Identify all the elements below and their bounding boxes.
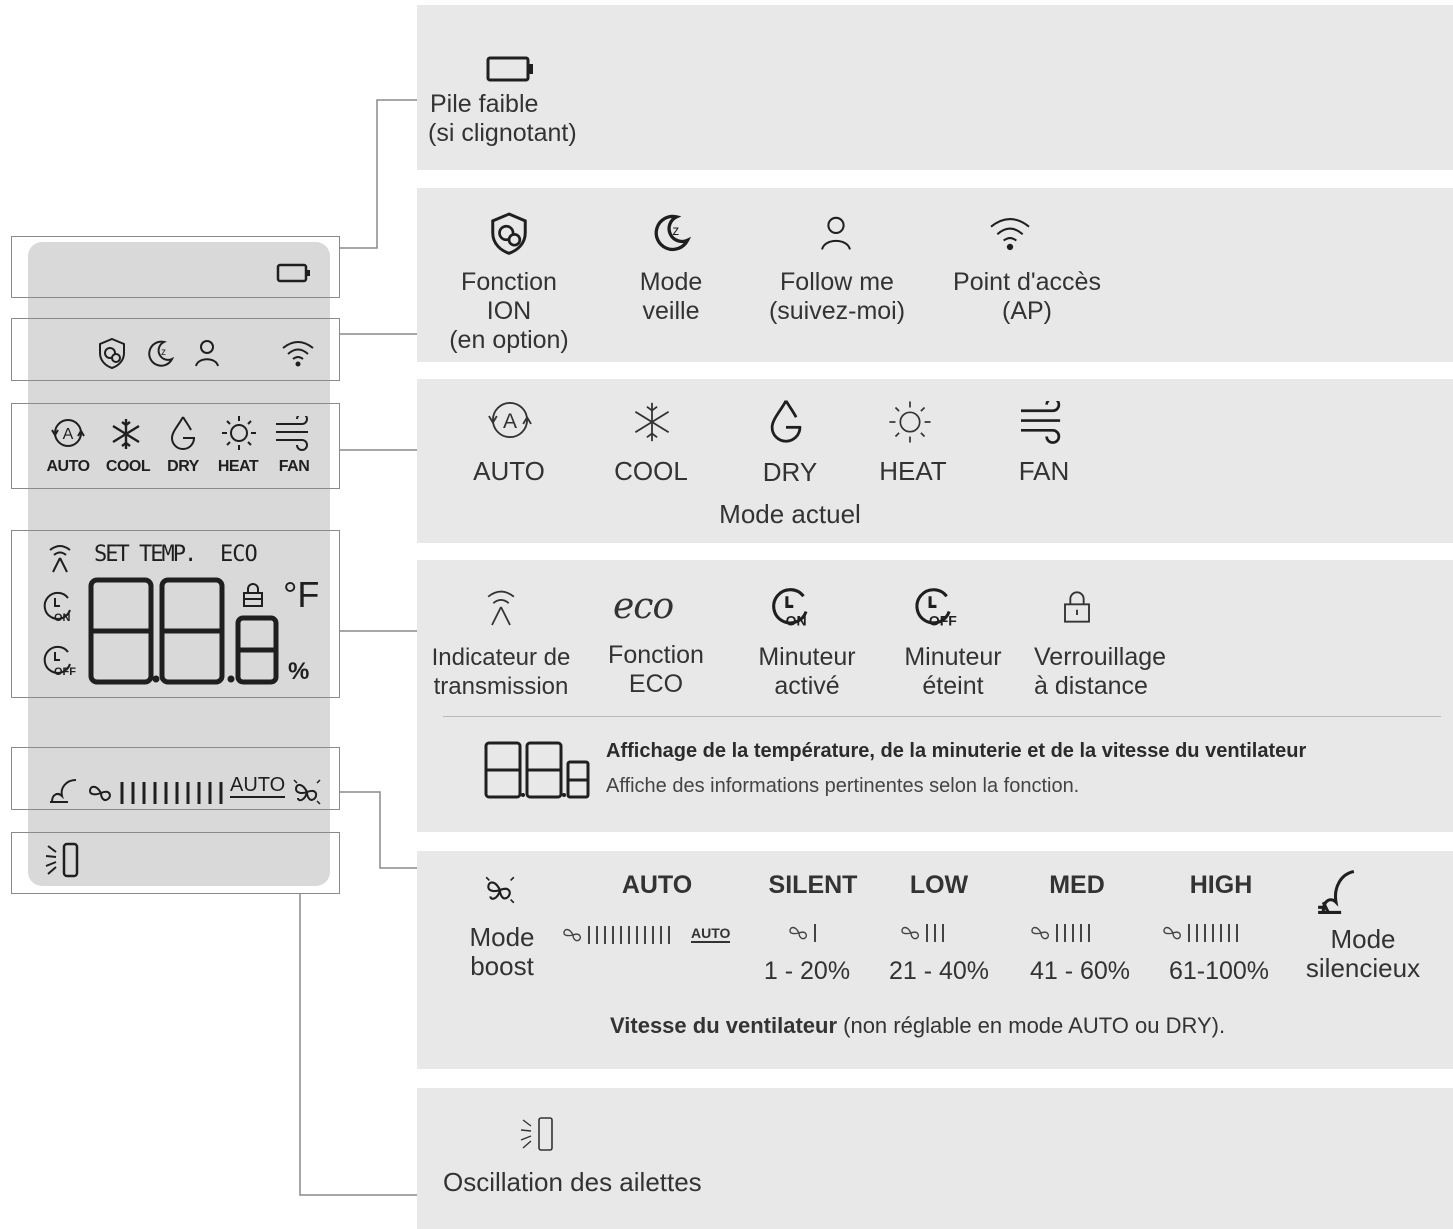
silent-mode-icon — [1318, 870, 1355, 914]
display-description: Affiche des informations pertinentes sel… — [606, 775, 1080, 797]
mode-dry-label: DRY — [762, 457, 818, 487]
svg-text:OFF: OFF — [929, 613, 957, 629]
battery-label-line1: Pile faible — [430, 90, 539, 118]
swing-label: Oscillation des ailettes — [443, 1167, 702, 1197]
antenna-icon — [487, 590, 515, 626]
fan-med-bars — [1031, 924, 1090, 942]
swing-icon — [520, 1117, 553, 1151]
follow-me-icon — [821, 216, 851, 250]
timer-off-icon: OFF — [915, 588, 957, 629]
indicator-transmission-label: Indicateur de transmission — [431, 644, 571, 700]
fan-mode-icon — [1021, 401, 1061, 444]
fan-caption: Vitesse du ventilateur (non réglable en … — [610, 1013, 1225, 1039]
fan-high-bars — [1163, 924, 1238, 942]
auto-mode-icon: A — [488, 401, 532, 439]
battery-icon — [486, 56, 533, 82]
fan-silent-heading: SILENT — [768, 871, 858, 899]
fan-silent-range: 1 - 20% — [763, 957, 851, 985]
fan-med-range: 41 - 60% — [1029, 957, 1131, 985]
indicator-lock-label: Verrouillage à distance — [1034, 643, 1167, 700]
mode-fan-label: FAN — [1018, 456, 1070, 486]
battery-panel: Pile faible (si clignotant) — [417, 5, 1453, 170]
indicators-panel: eco ON OFF Indicateur de transmission Fo… — [417, 560, 1453, 832]
svg-text:z: z — [672, 223, 679, 238]
fan-low-bars — [901, 924, 944, 942]
boost-mode-label: Mode boost — [469, 922, 535, 981]
ion-icon — [491, 212, 527, 255]
fan-med-heading: MED — [1049, 871, 1105, 899]
cool-mode-icon — [634, 402, 670, 442]
indicator-timer-on-label: Minuteur activé — [758, 643, 856, 700]
mode-caption: Mode actuel — [719, 499, 861, 529]
timer-on-icon: ON — [772, 588, 808, 629]
mode-cool-label: COOL — [614, 456, 688, 486]
function-follow-me-label: Follow me (suivez-moi) — [768, 268, 906, 325]
mode-heat-label: HEAT — [879, 456, 947, 486]
lock-icon — [1064, 591, 1090, 623]
fan-caption-rest: (non réglable en mode AUTO ou DRY). — [837, 1013, 1226, 1038]
fan-low-heading: LOW — [909, 871, 969, 899]
mode-auto-label: AUTO — [473, 456, 545, 486]
modes-panel: A AUTO COOL DRY HEAT FAN Mode actuel — [417, 379, 1453, 543]
fan-panel: Mode boost AUTO AUTO SILENT 1 - 20% LOW — [417, 851, 1453, 1069]
digits-display-icon — [484, 741, 590, 799]
fan-auto-heading: AUTO — [621, 871, 693, 899]
swing-panel: Oscillation des ailettes — [417, 1088, 1453, 1229]
sleep-icon: z — [654, 214, 692, 252]
fan-caption-bold: Vitesse du ventilateur — [610, 1013, 838, 1038]
boost-icon — [485, 876, 515, 904]
fan-silent-bars — [789, 924, 816, 942]
function-ap-label: Point d'accès (AP) — [953, 268, 1101, 325]
functions-panel: z Fonction ION (en option) Mode veille F… — [417, 188, 1453, 362]
svg-text:A: A — [503, 410, 517, 433]
svg-text:ON: ON — [786, 613, 807, 629]
fan-high-range: 61-100% — [1168, 957, 1270, 985]
function-sleep-label: Mode veille — [639, 268, 703, 325]
heat-mode-icon — [889, 401, 931, 443]
fan-auto-badge: AUTO — [691, 925, 731, 943]
dry-mode-icon — [770, 400, 802, 443]
display-title: Affichage de la température, de la minut… — [606, 740, 1307, 762]
eco-icon: eco — [613, 586, 674, 627]
fan-low-range: 21 - 40% — [888, 957, 990, 985]
indicator-eco-label: Fonction ECO — [608, 641, 704, 698]
function-ion-label: Fonction ION (en option) — [449, 268, 569, 354]
fan-high-heading: HIGH — [1189, 871, 1253, 899]
indicator-timer-off-label: Minuteur éteint — [904, 643, 1002, 700]
battery-label-line2: (si clignotant) — [428, 119, 577, 147]
silent-mode-label: Mode silencieux — [1305, 924, 1421, 983]
wifi-icon — [990, 218, 1030, 251]
divider — [443, 716, 1441, 717]
